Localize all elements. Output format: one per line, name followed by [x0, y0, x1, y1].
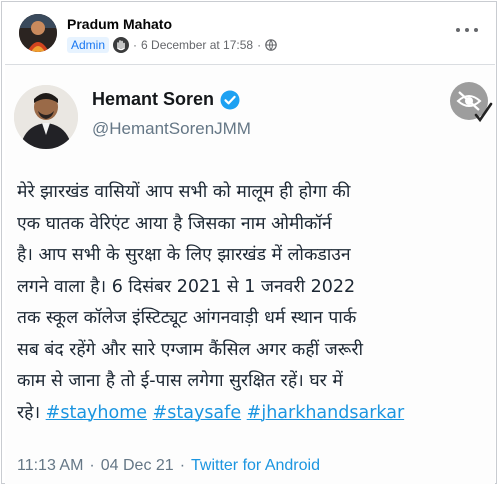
hand-wave-icon: [113, 37, 130, 53]
tweet-line: है। आप सभी के सुरक्षा के लिए झारखंड में …: [17, 245, 351, 265]
meta-separator: ·: [133, 38, 138, 52]
tweet-line-prefix: रहे।: [17, 402, 41, 423]
tweet-body: मेरे झारखंड वासियों आप सभी को मालूम ही ह…: [17, 177, 487, 429]
tweet-line: लगने वाला है। 6 दिसंबर 2021 से 1 जनवरी 2…: [17, 276, 356, 297]
eye-slash-icon[interactable]: [449, 81, 493, 125]
admin-badge: Admin: [67, 37, 110, 53]
post-meta: Admin · 6 December at 17:58 ·: [67, 36, 277, 54]
tweet-footer-separator: ·: [89, 457, 95, 474]
tweet-author-name: Hemant Soren: [92, 89, 240, 110]
post-timestamp[interactable]: 6 December at 17:58: [141, 38, 253, 52]
post-header: Pradum Mahato Admin · 6 December at 17:5…: [2, 2, 498, 64]
tweet-author-label: Hemant Soren: [92, 89, 215, 109]
author-name[interactable]: Pradum Mahato: [67, 16, 172, 32]
tweet-handle: @HemantSorenJMM: [92, 119, 251, 138]
facebook-post: Pradum Mahato Admin · 6 December at 17:5…: [1, 1, 497, 484]
tweet-avatar: [14, 85, 78, 149]
tweet-line-last: रहे। #stayhome #staysafe #jharkhandsarka…: [17, 398, 487, 430]
tweet-line: तक स्कूल कॉलेज इंस्टिट्यूट आंगनवाड़ी धर्…: [17, 308, 357, 328]
tweet-line: एक घातक वेरिएंट आया है जिसका नाम ओमीकॉर्…: [17, 213, 332, 234]
author-avatar[interactable]: [19, 14, 57, 52]
hashtag-jharkhandsarkar[interactable]: #jharkhandsarkar: [247, 403, 404, 423]
more-options-icon[interactable]: [456, 22, 478, 38]
tweet-footer: 11:13 AM · 04 Dec 21 · Twitter for Andro…: [17, 457, 320, 475]
tweet-source: Twitter for Android: [191, 457, 320, 474]
hashtag-staysafe[interactable]: #staysafe: [153, 403, 242, 423]
meta-separator-2: ·: [257, 38, 262, 52]
globe-icon[interactable]: [265, 39, 277, 51]
hashtag-stayhome[interactable]: #stayhome: [46, 403, 147, 423]
tweet-time: 11:13 AM: [17, 457, 84, 474]
tweet-line: सब बंद रहेंगे और सारे एग्जाम कैंसिल अगर …: [17, 339, 364, 360]
tweet-date: 04 Dec 21: [100, 457, 174, 474]
tweet-line: मेरे झारखंड वासियों आप सभी को मालूम ही ह…: [17, 182, 351, 202]
tweet-screenshot: Hemant Soren @HemantSorenJMM मेरे झारखंड…: [5, 64, 495, 484]
tweet-footer-separator: ·: [179, 457, 186, 474]
tweet-line: काम से जाना है तो ई-पास लगेगा सुरक्षित र…: [17, 371, 343, 391]
verified-check-icon: [220, 90, 240, 110]
